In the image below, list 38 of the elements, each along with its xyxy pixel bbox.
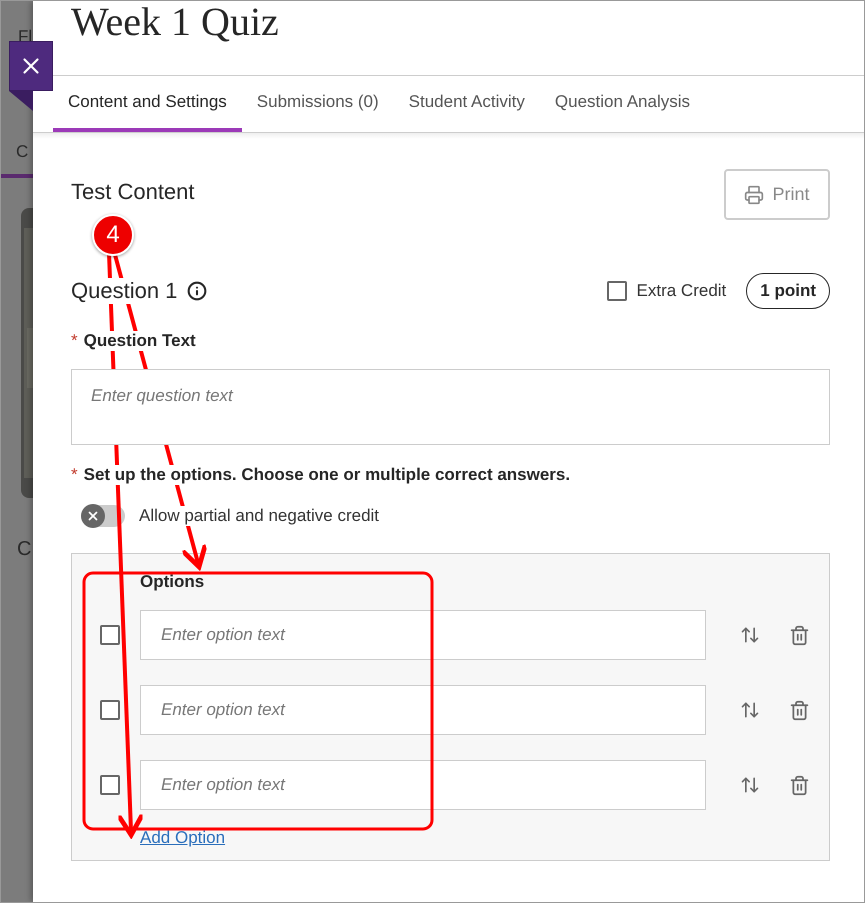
tab[interactable]: Submissions (0) [242,76,394,132]
required-mark: * [71,465,78,485]
delete-icon[interactable] [789,700,810,720]
reorder-icon[interactable] [740,625,760,645]
points-field[interactable]: 1 point [746,273,830,309]
reorder-icon[interactable] [740,700,760,720]
option-field[interactable]: Enter option text [140,685,706,735]
cross-icon [86,509,100,523]
delete-icon[interactable] [789,624,810,646]
question-title: Question 1 [71,278,178,304]
partial-credit-toggle[interactable] [81,505,125,527]
option-field[interactable]: Enter option text [140,760,706,810]
correct-answer-checkbox[interactable] [100,700,120,720]
close-button[interactable] [9,41,53,91]
background-tab-underline [1,174,33,178]
tab[interactable]: Student Activity [394,76,540,132]
correct-answer-checkbox[interactable] [100,775,120,795]
section-title: Test Content [71,178,195,204]
question-text-field[interactable]: Enter question text [71,369,830,445]
add-option-link[interactable]: Add Option [140,828,226,848]
background-tab-label: C [15,142,30,162]
tab[interactable]: Question Analysis [540,76,706,132]
field-label: Question Text [84,331,196,351]
fold-drawing [9,91,33,111]
correct-answer-checkbox[interactable] [100,625,120,645]
quiz-title: Week 1 Quiz [71,1,279,43]
options-heading: Options [140,572,206,592]
background-heading: C [16,538,32,561]
printer-icon [744,184,764,204]
print-button[interactable]: Print [724,169,830,220]
field-label: Set up the options. Choose one or multiple correct answers. [84,465,570,485]
info-icon[interactable] [187,281,208,301]
delete-icon[interactable] [789,774,810,796]
option-field[interactable]: Enter option text [140,610,706,660]
extra-credit-checkbox[interactable] [606,281,627,301]
required-mark: * [71,331,78,351]
reorder-icon[interactable] [740,775,760,795]
toggle-label: Allow partial and negative credit [139,506,380,526]
